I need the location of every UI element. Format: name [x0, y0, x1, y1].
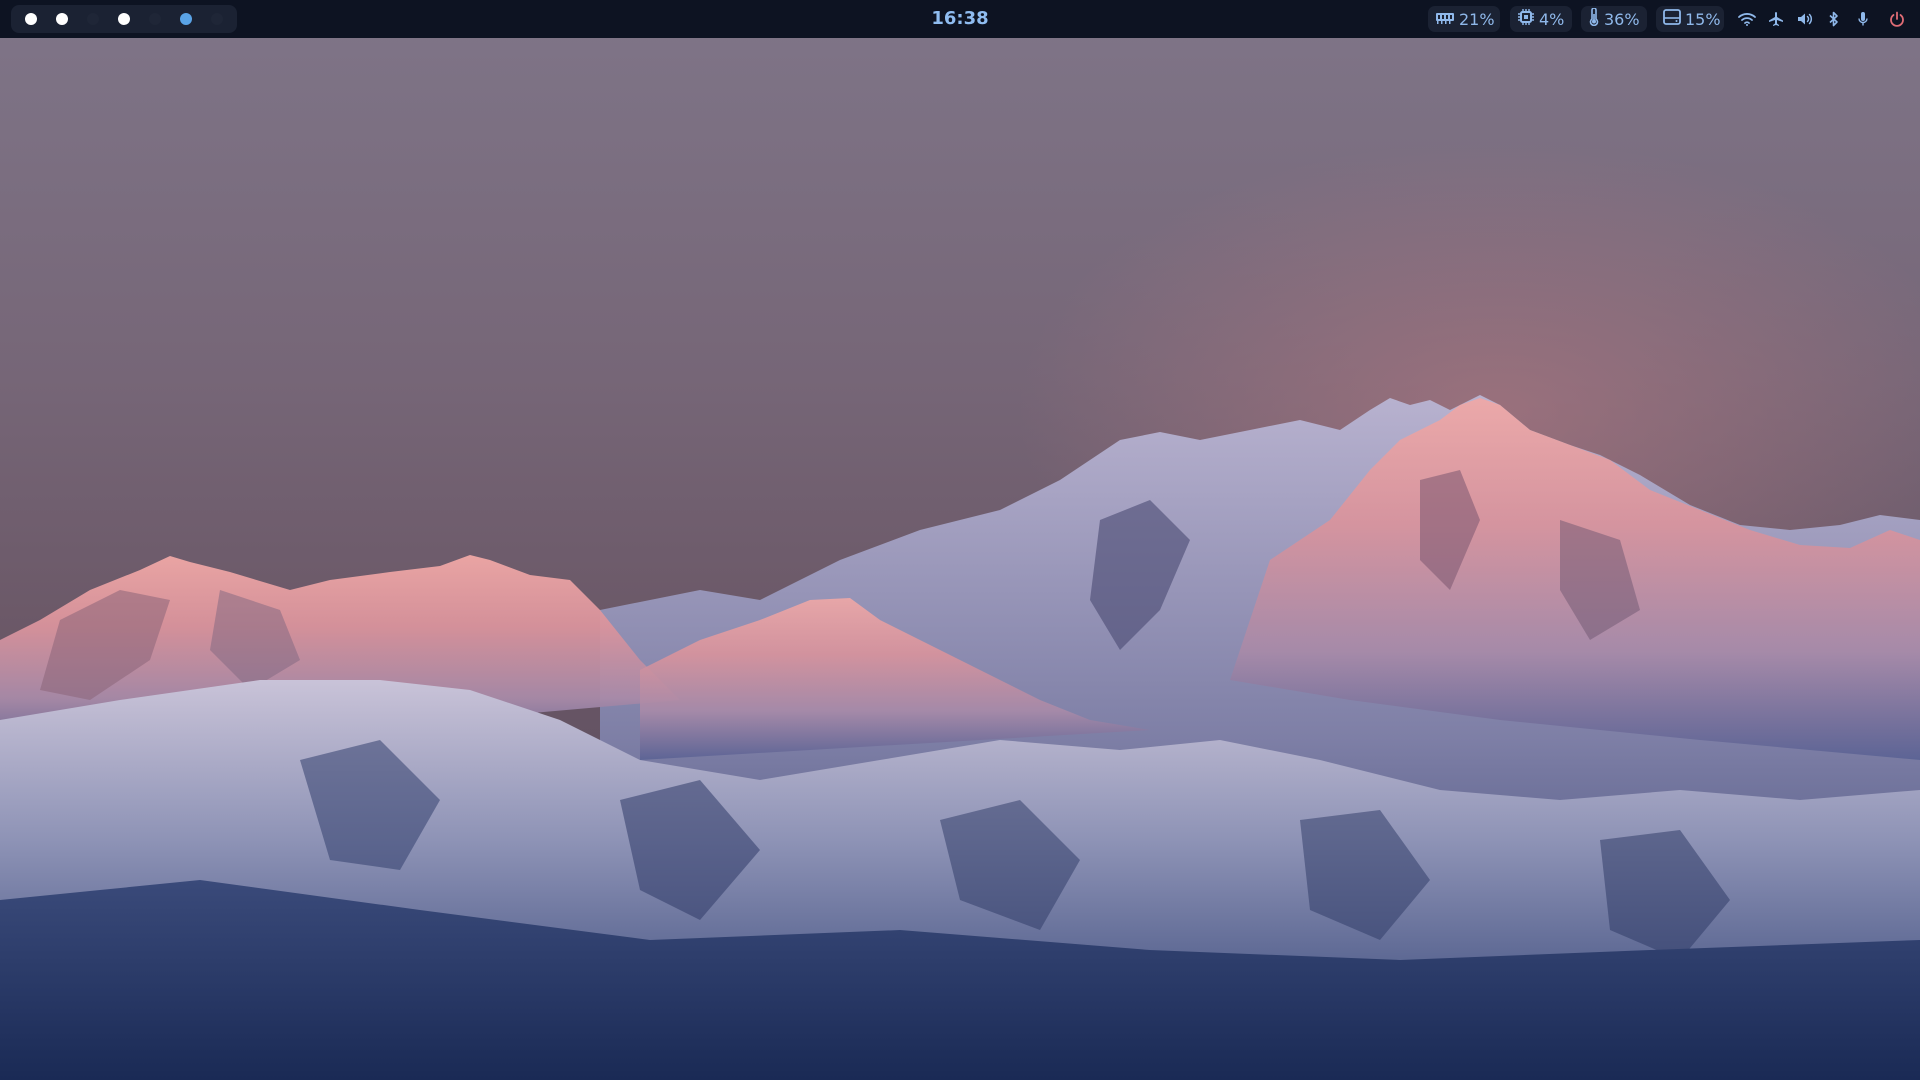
memory-icon [1435, 10, 1455, 29]
temperature-value: 36% [1604, 9, 1640, 29]
desktop: 16:38 21% 4% 36% 15% [0, 0, 1920, 1080]
workspace-switcher [11, 5, 237, 33]
wifi-icon[interactable] [1737, 9, 1757, 29]
ram-usage-value: 21% [1459, 9, 1495, 29]
bluetooth-icon[interactable] [1824, 9, 1844, 29]
disk-usage[interactable]: 15% [1656, 6, 1724, 32]
workspace-2[interactable] [56, 13, 68, 25]
airplane-icon[interactable] [1766, 9, 1786, 29]
thermometer-icon [1588, 7, 1600, 30]
workspace-6[interactable] [180, 13, 192, 25]
workspace-3[interactable] [87, 13, 99, 25]
disk-usage-value: 15% [1685, 9, 1721, 29]
cpu-icon [1517, 8, 1535, 30]
top-bar: 16:38 21% 4% 36% 15% [0, 0, 1920, 38]
volume-icon[interactable] [1795, 9, 1815, 29]
temperature[interactable]: 36% [1581, 6, 1647, 32]
workspace-5[interactable] [149, 13, 161, 25]
ram-usage[interactable]: 21% [1428, 6, 1500, 32]
microphone-icon[interactable] [1853, 9, 1873, 29]
workspace-1[interactable] [25, 13, 37, 25]
wallpaper [0, 0, 1920, 1080]
disk-icon [1663, 9, 1681, 29]
power-icon[interactable] [1887, 9, 1907, 29]
cpu-usage-value: 4% [1539, 9, 1565, 29]
workspace-4[interactable] [118, 13, 130, 25]
workspace-7[interactable] [211, 13, 223, 25]
cpu-usage[interactable]: 4% [1510, 6, 1572, 32]
